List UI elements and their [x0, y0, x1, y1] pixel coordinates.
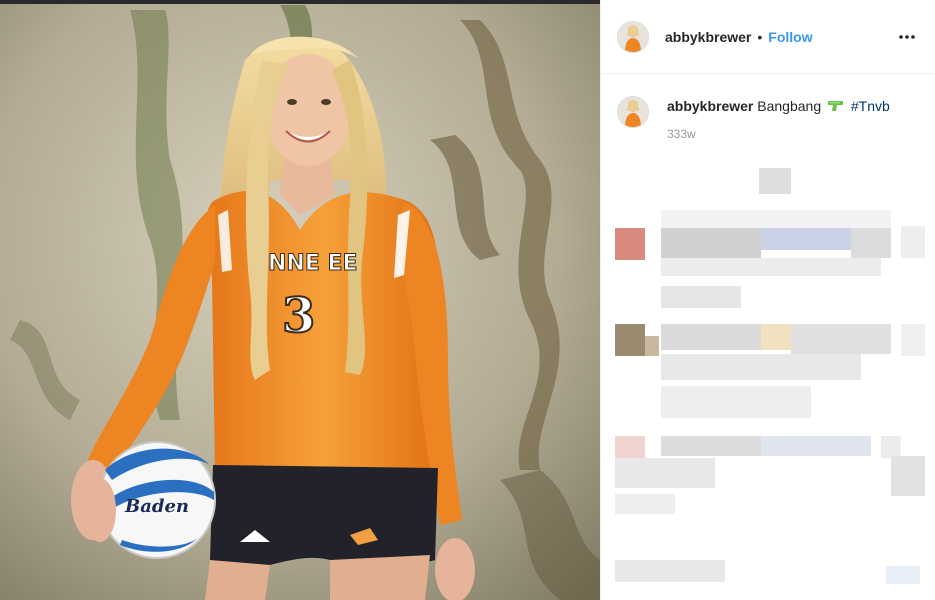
caption-hashtag[interactable]: #Tnvb: [851, 98, 890, 114]
volleyball: Baden: [98, 441, 216, 559]
avatar[interactable]: [617, 20, 649, 53]
instagram-post-view: NNE EE 3 Baden abbykbrewer • Follow abby…: [0, 0, 935, 600]
post-caption: abbykbrewer Bangbang #Tnvb 333w: [601, 74, 935, 141]
post-image: NNE EE 3 Baden: [0, 0, 600, 600]
post-timestamp[interactable]: 333w: [667, 127, 890, 141]
post-header: abbykbrewer • Follow: [601, 0, 935, 74]
caption-text: Bangbang: [757, 98, 822, 114]
post-details-panel: abbykbrewer • Follow abbykbrewer Bangban…: [600, 0, 935, 600]
follow-button[interactable]: Follow: [768, 29, 812, 45]
caption-line: abbykbrewer Bangbang #Tnvb: [667, 97, 890, 115]
caption-avatar[interactable]: [617, 96, 649, 128]
caption-body: abbykbrewer Bangbang #Tnvb 333w: [667, 96, 890, 141]
water-pistol-emoji-icon: [828, 101, 843, 111]
header-username[interactable]: abbykbrewer: [665, 29, 751, 45]
pixelated-comments: [615, 168, 925, 584]
caption-avatar-image: [618, 97, 648, 127]
jersey-lettering: NNE EE: [268, 251, 358, 276]
more-options-icon: [899, 34, 915, 39]
post-photo[interactable]: NNE EE 3 Baden: [0, 0, 600, 600]
caption-username[interactable]: abbykbrewer: [667, 98, 753, 114]
jersey-number: 3: [282, 288, 315, 344]
header-separator: •: [757, 28, 763, 45]
more-options-button[interactable]: [895, 25, 919, 49]
avatar-image: [618, 21, 648, 52]
ball-brand-text: Baden: [124, 496, 189, 517]
